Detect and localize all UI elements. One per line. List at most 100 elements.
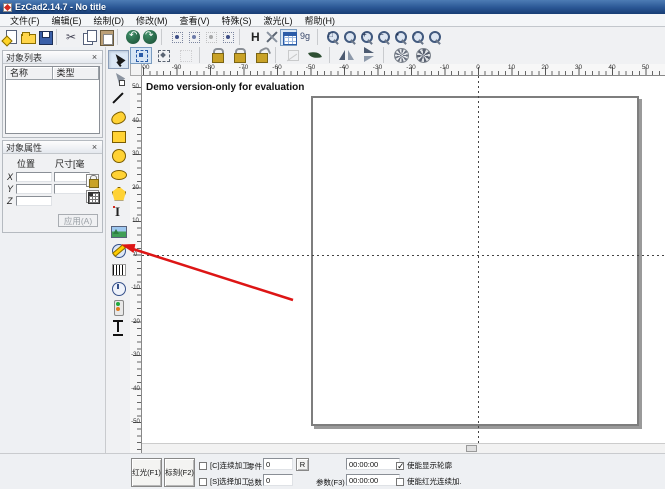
show-contour-label: 使能显示轮廓 [407,460,452,471]
undo-button[interactable] [124,29,141,46]
red-continuous-checkbox[interactable] [396,478,404,486]
text-button[interactable] [108,202,129,221]
mark-time-display: 00:00:00 [346,458,400,470]
line-button[interactable] [108,88,129,107]
x-position-input[interactable] [16,172,52,182]
param-table-button[interactable] [280,29,297,46]
close-icon[interactable]: × [90,52,99,62]
red-light-button[interactable]: 红光(F1) [131,458,162,487]
open-button[interactable] [19,29,36,46]
ellipse-button[interactable] [108,164,129,183]
cut-button[interactable] [63,29,80,46]
menu-item[interactable]: 帮助(H) [299,14,342,27]
menu-item[interactable]: 文件(F) [4,14,46,27]
scrollbar-thumb[interactable] [466,445,477,452]
dimension-button[interactable] [108,316,129,335]
ruler-tick-label: 40 [130,104,141,138]
mirror-horizontal-button[interactable] [336,47,358,64]
mark-button[interactable]: 标刻(F2) [164,458,195,487]
circle-button[interactable] [108,145,129,164]
zoom-workspace-button[interactable] [426,29,443,46]
rectangle-button[interactable] [108,126,129,145]
lock-position-button[interactable] [206,47,228,64]
vector-file-button[interactable] [108,240,129,259]
hatch-cw-button[interactable] [390,47,412,64]
y-position-input[interactable] [16,184,52,194]
new-button[interactable] [2,29,19,46]
lock-aspect-button[interactable] [86,174,99,187]
menu-item[interactable]: 特殊(S) [216,14,258,27]
copy-button[interactable] [80,29,97,46]
to-origin-button[interactable] [282,47,304,64]
title-bar[interactable]: EzCad2.14.7 - No title [0,0,665,14]
unlock-button[interactable] [250,47,272,64]
snap-grid-button[interactable] [168,29,185,46]
continuous-checkbox[interactable] [199,462,207,470]
snap-guide-button[interactable] [185,29,202,46]
object-list-table[interactable]: 名称类型 [5,66,100,134]
snap-object-button[interactable] [202,29,219,46]
param-button[interactable]: 参数(F3) [316,477,345,488]
hatch-ccw-button[interactable] [412,47,434,64]
menu-item[interactable]: 查看(V) [174,14,216,27]
zoom-out-button[interactable]: − [375,29,392,46]
barcode-button[interactable] [108,259,129,278]
y-size-input[interactable] [54,184,90,194]
select-button[interactable] [108,50,129,69]
ruler-tick-label: -10 [130,271,141,305]
show-contour-checkbox[interactable] [396,462,404,470]
menu-item[interactable]: 编辑(E) [46,14,88,27]
size-column-label: 尺寸[毫 [55,157,85,170]
apply-button[interactable]: 应用(A) [58,214,98,227]
horizontal-ruler: -100-90-80-70-60-50-40-30-20-10010203040… [142,64,665,76]
total-count-input[interactable] [263,474,293,486]
ruler-tick-label: -40 [327,64,361,71]
horizontal-scrollbar[interactable] [142,443,665,453]
node-edit-button[interactable] [130,47,152,64]
z-position-input[interactable] [16,196,52,206]
clock-button[interactable] [108,278,129,297]
tools-button[interactable] [263,29,280,46]
select-mark-checkbox[interactable] [199,478,207,486]
fill-button[interactable] [304,47,326,64]
mirror-vertical-button[interactable] [358,47,380,64]
zoom-object-button[interactable]: ▪ [392,29,409,46]
ruler-tick-label: 20 [130,171,141,205]
polygon-button[interactable] [108,183,129,202]
array-grid-button[interactable] [86,190,99,203]
toolbar-separator [275,47,280,63]
ruler-tick-label: -20 [394,64,428,71]
zoom-window-button[interactable]: □ [324,29,341,46]
zoom-in-button[interactable]: + [358,29,375,46]
zoom-all-button[interactable]: ◦ [409,29,426,46]
hatch-button[interactable] [246,29,263,46]
menu-item[interactable]: 绘制(D) [88,14,131,27]
close-icon[interactable]: × [90,142,99,152]
bitmap-button[interactable] [108,221,129,240]
node-add-button[interactable] [152,47,174,64]
curve-button[interactable] [108,107,129,126]
paste-button[interactable] [97,29,114,46]
snap-angle-button[interactable] [219,29,236,46]
node-convert-button[interactable] [174,47,196,64]
x-size-input[interactable] [54,172,90,182]
marking-control-bar: 红光(F1) 标刻(F2) [C]连续加工 [S]选择加工 零件 总数 R 参数… [0,453,665,489]
redo-button[interactable] [141,29,158,46]
node-tool-button[interactable] [108,69,129,88]
object-list-column-header[interactable]: 类型 [53,67,100,80]
reset-count-button[interactable]: R [296,458,309,471]
menu-item[interactable]: 修改(M) [130,14,174,27]
axis-z-label: Z [7,196,16,206]
left-panel-column: 对象列表 × 名称类型 对象属性 × 位置 尺寸[毫 X [0,47,106,489]
zoom-pan-button[interactable] [341,29,358,46]
font-param-button[interactable] [297,29,314,46]
object-list-column-header[interactable]: 名称 [6,67,53,80]
part-count-input[interactable] [263,458,293,470]
drawing-canvas[interactable]: Demo version-only for evaluation [142,76,665,453]
menu-item[interactable]: 激光(L) [258,14,299,27]
axis-x-label: X [7,172,16,182]
ruler-tick-label: 0 [130,238,141,272]
save-button[interactable] [36,29,53,46]
lock-size-button[interactable] [228,47,250,64]
io-control-button[interactable] [108,297,129,316]
